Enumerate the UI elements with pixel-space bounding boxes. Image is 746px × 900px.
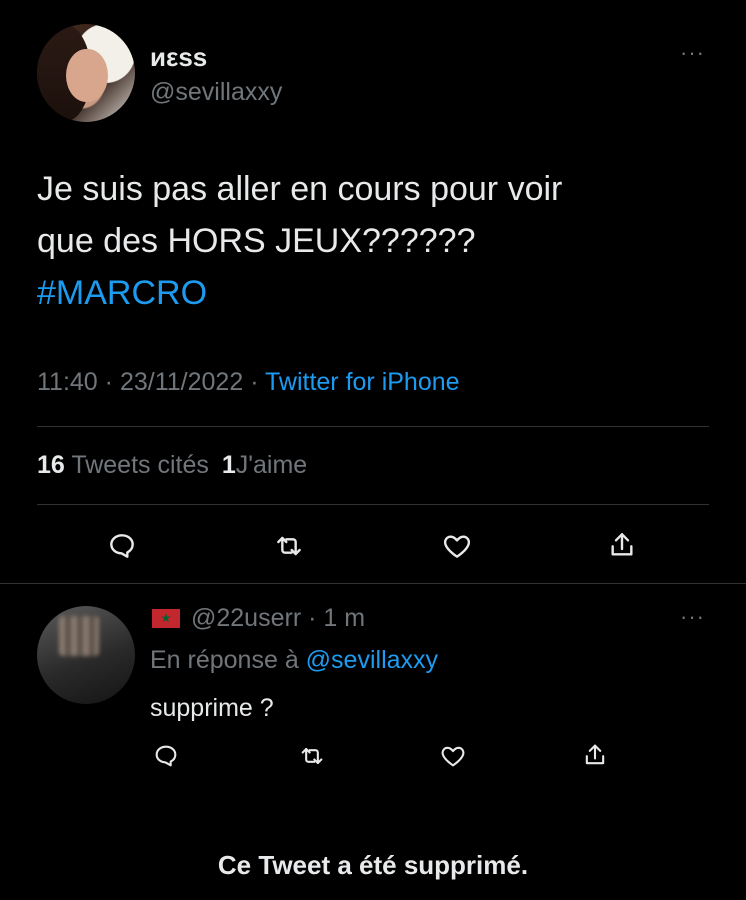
in-reply-to: En réponse à @sevillaxxy — [150, 646, 438, 675]
author-handle[interactable]: @sevillaxxy — [150, 78, 282, 107]
avatar-blur — [59, 616, 99, 656]
tweet-source-link[interactable]: Twitter for iPhone — [265, 368, 460, 396]
in-reply-prefix: En réponse à — [150, 646, 299, 674]
in-reply-handle-link[interactable]: @sevillaxxy — [306, 646, 438, 674]
tweet-time[interactable]: 11:40 — [37, 368, 98, 396]
flag-star: ★ — [160, 611, 172, 625]
tweet-meta: 11:40 · 23/11/2022 · Twitter for iPhone — [37, 368, 460, 397]
meta-separator: · — [250, 368, 259, 396]
reply-text: supprime ? — [150, 694, 274, 722]
meta-separator: · — [104, 368, 113, 396]
tweet-stats: 16 Tweets cités 1J'aime — [37, 451, 307, 480]
tweet-text-line: Je suis pas aller en cours pour voir — [37, 170, 563, 208]
reply-icon[interactable] — [152, 742, 180, 770]
avatar-face — [66, 48, 108, 103]
like-icon[interactable] — [438, 742, 468, 770]
meta-separator: · — [308, 604, 317, 632]
reply-age[interactable]: 1 m — [323, 604, 365, 632]
quote-count: 16 — [37, 451, 65, 479]
quote-tweets-stat[interactable]: 16 Tweets cités — [37, 451, 216, 479]
morocco-flag-icon: ★ — [152, 609, 180, 628]
author-display-name[interactable]: иεss — [150, 42, 207, 73]
tweet-date[interactable]: 23/11/2022 — [120, 368, 243, 396]
reply-header: @22userr · 1 m — [191, 604, 365, 633]
tweet-text: Je suis pas aller en cours pour voir que… — [37, 163, 562, 319]
like-count: 1 — [221, 451, 236, 479]
divider — [37, 426, 709, 427]
retweet-icon[interactable] — [297, 742, 327, 770]
more-icon[interactable]: ··· — [680, 604, 705, 630]
reply-handle[interactable]: @22userr — [191, 604, 301, 632]
share-icon[interactable] — [606, 528, 638, 562]
retweet-icon[interactable] — [272, 530, 306, 562]
share-icon[interactable] — [581, 740, 609, 770]
tweet-text-line: que des HORS JEUX?????? — [37, 222, 476, 260]
reply-icon[interactable] — [106, 530, 138, 562]
like-icon[interactable] — [440, 530, 474, 562]
divider — [0, 583, 746, 584]
like-label: J'aime — [235, 451, 308, 479]
more-icon[interactable]: ··· — [680, 40, 705, 66]
author-avatar[interactable] — [37, 24, 135, 122]
likes-stat[interactable]: 1J'aime — [222, 451, 307, 479]
tweet-deleted-message: Ce Tweet a été supprimé. — [217, 850, 529, 880]
reply-avatar[interactable] — [37, 606, 135, 704]
divider — [37, 504, 709, 505]
hashtag-link[interactable]: #MARCRO — [37, 267, 562, 319]
quote-label: Tweets cités — [71, 451, 209, 479]
